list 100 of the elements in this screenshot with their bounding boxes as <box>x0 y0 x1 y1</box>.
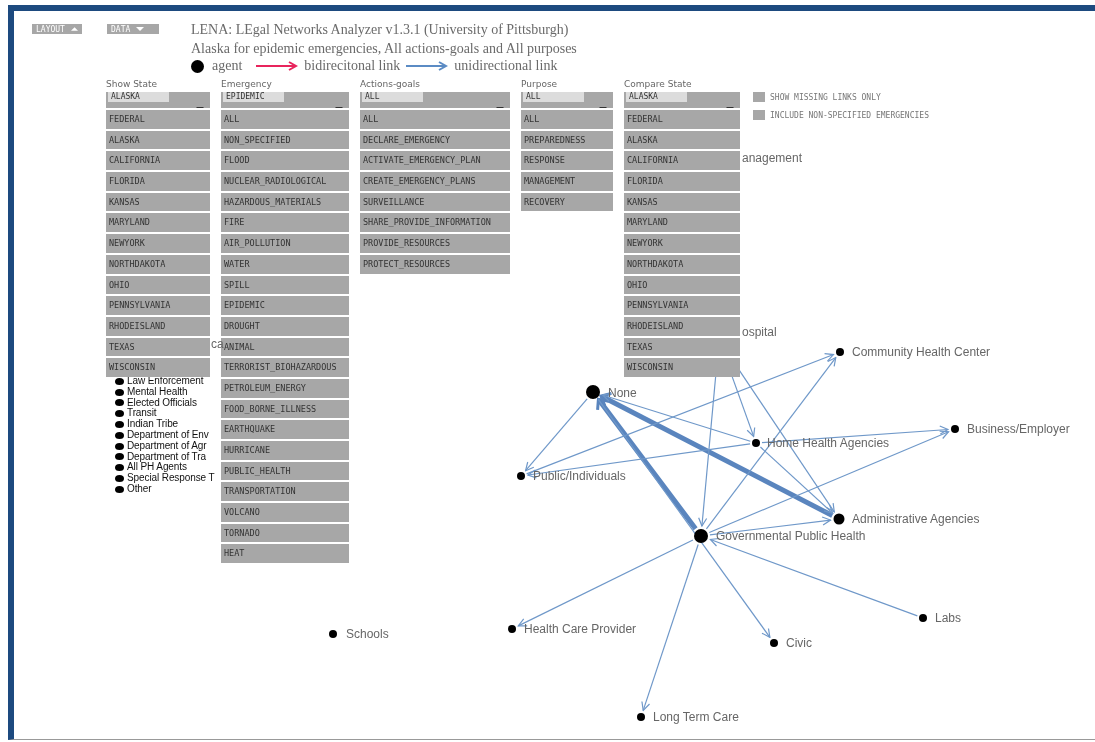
dropdown-option[interactable]: PENNSYLVANIA <box>106 294 210 315</box>
dropdown-option[interactable]: TEXAS <box>624 335 740 357</box>
app-title: LENA: LEgal Networks Analyzer v1.3.1 (University of Pittsburgh) <box>191 21 570 39</box>
dropdown-option[interactable]: ALL <box>360 108 510 129</box>
node-dot[interactable] <box>752 439 760 447</box>
dropdown-option[interactable]: ALL <box>521 108 613 129</box>
dropdown-option[interactable]: RESPONSE <box>521 149 613 171</box>
node-dot[interactable] <box>951 425 959 433</box>
dropdown-option[interactable]: AIR_POLLUTION <box>221 232 349 253</box>
node-label: Civic <box>786 636 812 650</box>
node-label: Health Care Provider <box>524 622 637 636</box>
agent-name[interactable]: Law Enforcement <box>127 376 204 387</box>
agent-name[interactable]: Special Response T <box>127 473 215 484</box>
dropdown-option[interactable]: MARYLAND <box>624 211 740 233</box>
dropdown-option[interactable]: HURRICANE <box>221 439 349 460</box>
dropdown-option[interactable]: PREPAREDNESS <box>521 128 613 150</box>
dropdown-option[interactable]: TORNADO <box>221 521 349 543</box>
agent-name[interactable]: Transit <box>127 408 157 420</box>
dropdown-option[interactable]: NUCLEAR_RADIOLOGICAL <box>221 170 349 191</box>
dropdown-option[interactable]: FLORIDA <box>106 170 210 191</box>
dropdown-option[interactable]: MARYLAND <box>106 211 210 233</box>
dropdown-option[interactable]: SPILL <box>221 273 349 295</box>
node-dot[interactable] <box>637 713 645 721</box>
dropdown-option[interactable]: OHIO <box>624 273 740 295</box>
dropdown-option[interactable]: VOLCANO <box>221 501 349 522</box>
node-label: Administrative Agencies <box>852 512 980 526</box>
dropdown-option[interactable]: NORTHDAKOTA <box>624 252 740 274</box>
node-dot[interactable] <box>694 529 708 543</box>
dropdown-option[interactable]: DROUGHT <box>221 314 349 336</box>
checkbox[interactable] <box>753 110 765 120</box>
dropdown-option[interactable]: FOOD_BORNE_ILLNESS <box>221 397 349 419</box>
node-dot[interactable] <box>833 513 845 525</box>
node-dot[interactable] <box>770 639 778 647</box>
dropdown[interactable]: EPIDEMIC <box>221 92 349 108</box>
agent-name[interactable]: Department of Agr <box>127 440 207 452</box>
dropdown[interactable]: ALL <box>521 92 613 108</box>
node-dot[interactable] <box>329 630 337 638</box>
dropdown-option[interactable]: KANSAS <box>106 190 210 212</box>
dropdown-option[interactable]: WISCONSIN <box>106 356 210 377</box>
dropdown-option[interactable]: ACTIVATE_EMERGENCY_PLAN <box>360 149 510 171</box>
dropdown-option[interactable]: PETROLEUM_ENERGY <box>221 376 349 398</box>
dropdown[interactable]: ALL <box>360 92 510 108</box>
dropdown-option[interactable]: FEDERAL <box>624 108 740 129</box>
dropdown[interactable]: ALASKA <box>624 92 740 108</box>
agent-dot-icon <box>191 59 204 73</box>
dropdown-option[interactable]: RHODEISLAND <box>106 314 210 336</box>
dropdown-option[interactable]: TERRORIST_BIOHAZARDOUS <box>221 356 349 377</box>
agent-name[interactable]: Elected Officials <box>127 397 197 409</box>
agent-name[interactable]: All PH Agents <box>127 462 187 474</box>
dropdown-option[interactable]: PUBLIC_HEALTH <box>221 459 349 481</box>
agent-name[interactable]: Department of Tra <box>127 451 206 463</box>
node-dot[interactable] <box>586 385 600 399</box>
agent-dot-icon <box>115 464 124 472</box>
dropdown-option[interactable]: NORTHDAKOTA <box>106 252 210 274</box>
dropdown-option[interactable]: EARTHQUAKE <box>221 418 349 439</box>
dropdown[interactable]: ALASKA <box>106 92 210 108</box>
dropdown-option[interactable]: NEWYORK <box>624 232 740 253</box>
dropdown-label: Actions-goals <box>360 78 422 91</box>
agent-name[interactable]: Other <box>127 483 152 495</box>
dropdown-option[interactable]: ALASKA <box>624 128 740 150</box>
dropdown-option[interactable]: EPIDEMIC <box>221 294 349 315</box>
dropdown-option[interactable]: ALASKA <box>106 128 210 150</box>
dropdown-option[interactable]: TRANSPORTATION <box>221 480 349 502</box>
dropdown-option[interactable]: ALL <box>221 108 349 129</box>
dropdown-option[interactable]: HEAT <box>221 542 349 564</box>
dropdown-option[interactable]: DECLARE_EMERGENCY <box>360 128 510 150</box>
dropdown-option[interactable]: CALIFORNIA <box>106 149 210 171</box>
dropdown-option[interactable]: FLORIDA <box>624 170 740 191</box>
dropdown-option[interactable]: NEWYORK <box>106 232 210 253</box>
dropdown-option[interactable]: WATER <box>221 252 349 274</box>
dropdown-option[interactable]: TEXAS <box>106 335 210 357</box>
dropdown-option[interactable]: CREATE_EMERGENCY_PLANS <box>360 170 510 191</box>
checkbox[interactable] <box>753 92 765 102</box>
dropdown-option[interactable]: PROVIDE_RESOURCES <box>360 232 510 253</box>
dropdown-option[interactable]: NON_SPECIFIED <box>221 128 349 150</box>
dropdown-option[interactable]: CALIFORNIA <box>624 149 740 171</box>
dropdown-option[interactable]: PROTECT_RESOURCES <box>360 252 510 274</box>
agent-name[interactable]: Indian Tribe <box>127 419 179 430</box>
dropdown-option[interactable]: FIRE <box>221 211 349 233</box>
agent-name[interactable]: Department of Env <box>127 430 209 441</box>
dropdown-option[interactable]: PENNSYLVANIA <box>624 294 740 315</box>
node-dot[interactable] <box>508 625 516 633</box>
dropdown-option[interactable]: SHARE_PROVIDE_INFORMATION <box>360 211 510 233</box>
dropdown-option[interactable]: KANSAS <box>624 190 740 212</box>
dropdown-option[interactable]: RECOVERY <box>521 190 613 212</box>
node-dot[interactable] <box>517 472 525 480</box>
node-dot[interactable] <box>836 348 844 356</box>
agent-dot-icon <box>115 421 124 429</box>
dropdown-option[interactable]: MANAGEMENT <box>521 170 613 191</box>
dropdown-option[interactable]: FEDERAL <box>106 108 210 129</box>
dropdown-option[interactable]: SURVEILLANCE <box>360 190 510 212</box>
dropdown-option[interactable]: WISCONSIN <box>624 356 740 377</box>
dropdown-option[interactable]: FLOOD <box>221 149 349 171</box>
dropdown-option[interactable]: RHODEISLAND <box>624 314 740 336</box>
node-dot[interactable] <box>919 614 927 622</box>
dropdown-option[interactable]: OHIO <box>106 273 210 295</box>
node-label: None <box>608 386 637 400</box>
agent-name[interactable]: Mental Health <box>127 386 188 398</box>
dropdown-option[interactable]: HAZARDOUS_MATERIALS <box>221 190 349 212</box>
agent-dot-icon <box>115 485 124 493</box>
